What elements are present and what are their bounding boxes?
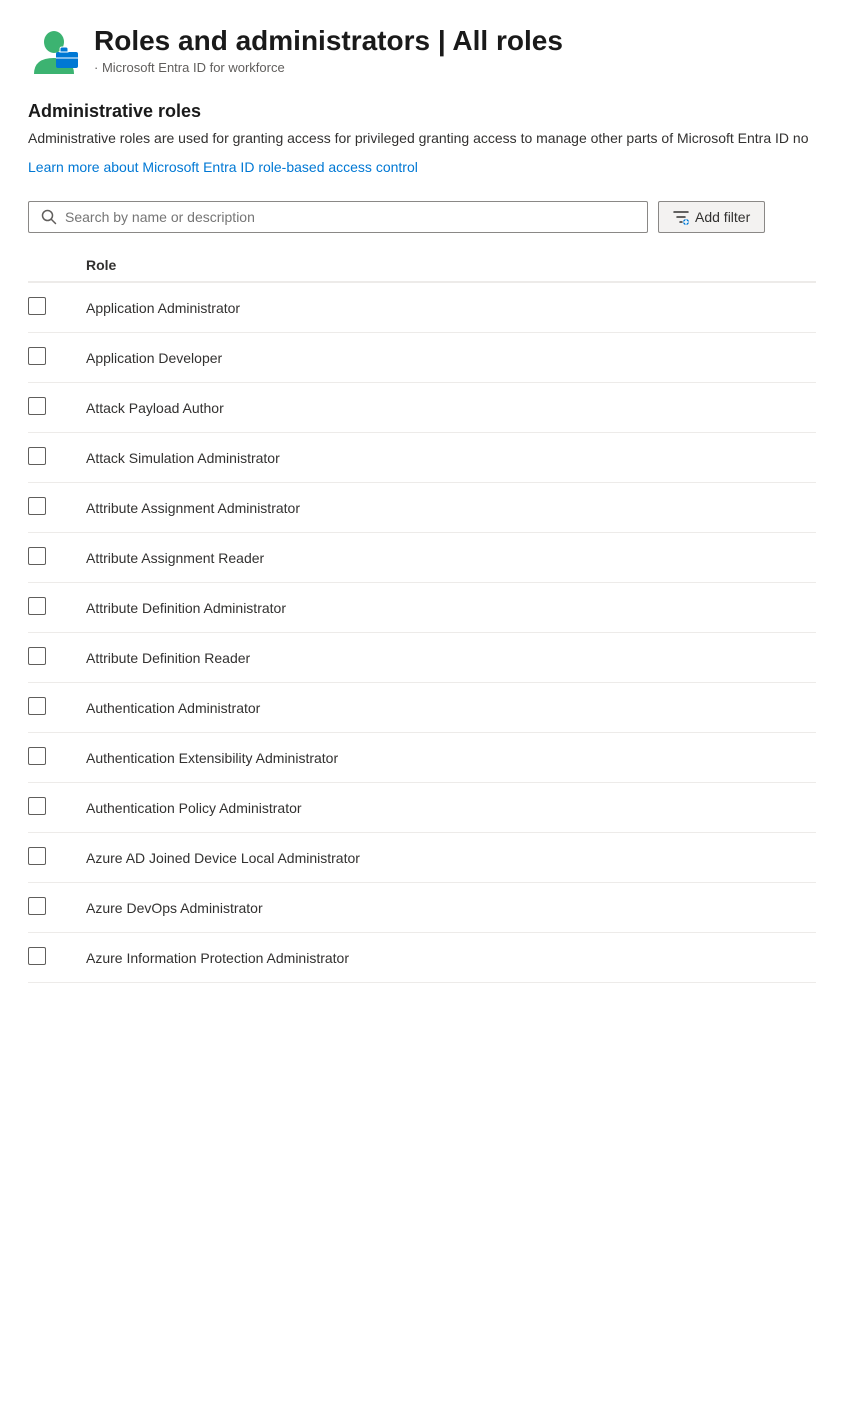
role-checkbox-11[interactable] bbox=[28, 847, 46, 865]
role-checkbox-3[interactable] bbox=[28, 447, 46, 465]
search-wrapper[interactable] bbox=[28, 201, 648, 233]
checkbox-cell bbox=[28, 383, 78, 433]
table-row: Application Developer bbox=[28, 333, 816, 383]
role-name: Attribute Definition Reader bbox=[78, 633, 816, 683]
table-row: Azure AD Joined Device Local Administrat… bbox=[28, 833, 816, 883]
toolbar: Add filter bbox=[28, 201, 816, 233]
description-section: Administrative roles Administrative role… bbox=[28, 101, 816, 177]
add-filter-icon bbox=[673, 209, 689, 225]
role-checkbox-7[interactable] bbox=[28, 647, 46, 665]
role-name: Attribute Assignment Reader bbox=[78, 533, 816, 583]
table-header-row: Role bbox=[28, 249, 816, 282]
role-name: Application Developer bbox=[78, 333, 816, 383]
checkbox-cell bbox=[28, 683, 78, 733]
role-name: Attack Payload Author bbox=[78, 383, 816, 433]
role-checkbox-9[interactable] bbox=[28, 747, 46, 765]
table-row: Azure DevOps Administrator bbox=[28, 883, 816, 933]
search-input[interactable] bbox=[65, 209, 635, 225]
role-name: Attribute Definition Administrator bbox=[78, 583, 816, 633]
role-column-header: Role bbox=[78, 249, 816, 282]
role-name: Authentication Extensibility Administrat… bbox=[78, 733, 816, 783]
section-heading: Administrative roles bbox=[28, 101, 816, 122]
role-checkbox-1[interactable] bbox=[28, 347, 46, 365]
add-filter-button[interactable]: Add filter bbox=[658, 201, 765, 233]
page-subtitle: · Microsoft Entra ID for workforce bbox=[94, 60, 563, 75]
roles-table: Role Application AdministratorApplicatio… bbox=[28, 249, 816, 983]
role-checkbox-12[interactable] bbox=[28, 897, 46, 915]
checkbox-cell bbox=[28, 933, 78, 983]
role-checkbox-10[interactable] bbox=[28, 797, 46, 815]
table-row: Authentication Policy Administrator bbox=[28, 783, 816, 833]
role-name: Azure Information Protection Administrat… bbox=[78, 933, 816, 983]
role-name: Azure AD Joined Device Local Administrat… bbox=[78, 833, 816, 883]
role-name: Authentication Policy Administrator bbox=[78, 783, 816, 833]
role-checkbox-0[interactable] bbox=[28, 297, 46, 315]
learn-more-link[interactable]: Learn more about Microsoft Entra ID role… bbox=[28, 159, 418, 175]
header-text-block: Roles and administrators | All roles · M… bbox=[94, 24, 563, 75]
checkbox-cell bbox=[28, 583, 78, 633]
table-row: Azure Information Protection Administrat… bbox=[28, 933, 816, 983]
table-row: Application Administrator bbox=[28, 282, 816, 333]
table-row: Attack Payload Author bbox=[28, 383, 816, 433]
checkbox-cell bbox=[28, 483, 78, 533]
role-checkbox-13[interactable] bbox=[28, 947, 46, 965]
checkbox-cell bbox=[28, 883, 78, 933]
checkbox-cell bbox=[28, 433, 78, 483]
table-row: Attack Simulation Administrator bbox=[28, 433, 816, 483]
add-filter-label: Add filter bbox=[695, 209, 750, 225]
role-name: Azure DevOps Administrator bbox=[78, 883, 816, 933]
header-checkbox-col bbox=[28, 249, 78, 282]
checkbox-cell bbox=[28, 783, 78, 833]
role-checkbox-8[interactable] bbox=[28, 697, 46, 715]
checkbox-cell bbox=[28, 333, 78, 383]
page-header: Roles and administrators | All roles · M… bbox=[28, 24, 816, 81]
role-name: Authentication Administrator bbox=[78, 683, 816, 733]
role-checkbox-2[interactable] bbox=[28, 397, 46, 415]
section-body: Administrative roles are used for granti… bbox=[28, 128, 816, 149]
table-row: Attribute Definition Reader bbox=[28, 633, 816, 683]
checkbox-cell bbox=[28, 533, 78, 583]
avatar bbox=[28, 24, 80, 81]
checkbox-cell bbox=[28, 733, 78, 783]
table-row: Attribute Definition Administrator bbox=[28, 583, 816, 633]
checkbox-cell bbox=[28, 282, 78, 333]
role-checkbox-4[interactable] bbox=[28, 497, 46, 515]
checkbox-cell bbox=[28, 833, 78, 883]
table-row: Attribute Assignment Administrator bbox=[28, 483, 816, 533]
table-row: Authentication Administrator bbox=[28, 683, 816, 733]
page-title: Roles and administrators | All roles bbox=[94, 24, 563, 58]
role-checkbox-5[interactable] bbox=[28, 547, 46, 565]
search-icon bbox=[41, 209, 57, 225]
table-row: Attribute Assignment Reader bbox=[28, 533, 816, 583]
table-row: Authentication Extensibility Administrat… bbox=[28, 733, 816, 783]
checkbox-cell bbox=[28, 633, 78, 683]
role-name: Attribute Assignment Administrator bbox=[78, 483, 816, 533]
role-checkbox-6[interactable] bbox=[28, 597, 46, 615]
role-name: Application Administrator bbox=[78, 282, 816, 333]
role-name: Attack Simulation Administrator bbox=[78, 433, 816, 483]
